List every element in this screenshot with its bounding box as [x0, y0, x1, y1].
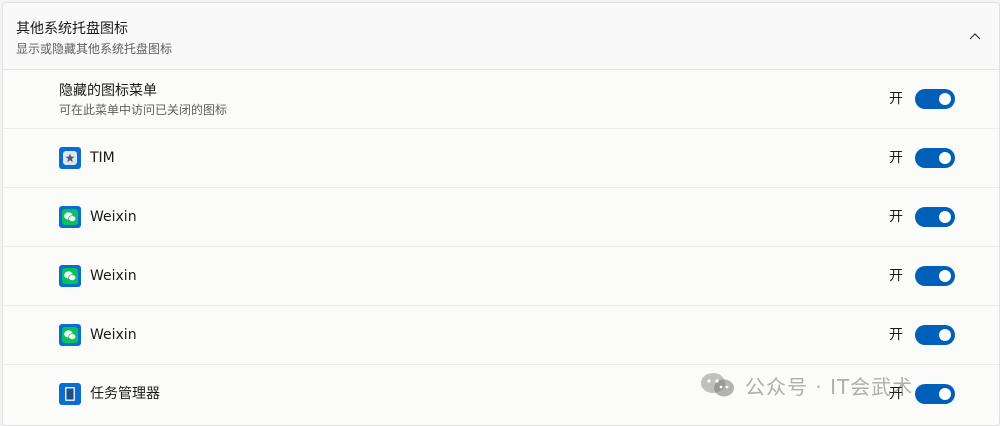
toggle-state-label: 开: [889, 327, 903, 343]
app-row-weixin-3: Weixin 开: [3, 306, 999, 365]
app-label: 任务管理器: [90, 386, 160, 402]
weixin-icon: [59, 324, 81, 346]
tim-toggle-group: 开: [889, 148, 955, 168]
weixin-toggle[interactable]: [915, 266, 955, 286]
toggle-knob: [939, 270, 951, 282]
toggle-state-label: 开: [889, 268, 903, 284]
app-row-weixin-1: Weixin 开: [3, 188, 999, 247]
section-subtitle: 显示或隐藏其他系统托盘图标: [16, 42, 173, 56]
app-row-tim: TIM 开: [3, 129, 999, 188]
app-row-task-manager: 任务管理器 开: [3, 365, 999, 424]
app-row-weixin-2: Weixin 开: [3, 247, 999, 306]
weixin-icon: [59, 206, 81, 228]
chevron-up-icon: [969, 33, 981, 40]
hidden-menu-subtitle: 可在此菜单中访问已关闭的图标: [59, 103, 228, 117]
toggle-state-label: 开: [889, 386, 903, 402]
toggle-knob: [939, 152, 951, 164]
hidden-menu-title: 隐藏的图标菜单: [59, 83, 157, 99]
task-manager-toggle[interactable]: [915, 384, 955, 404]
tim-toggle[interactable]: [915, 148, 955, 168]
app-label: Weixin: [90, 327, 137, 343]
toggle-knob: [939, 93, 951, 105]
section-title: 其他系统托盘图标: [16, 21, 128, 37]
weixin-toggle[interactable]: [915, 207, 955, 227]
section-header[interactable]: 其他系统托盘图标 显示或隐藏其他系统托盘图标: [3, 3, 999, 70]
toggle-state-label: 开: [889, 209, 903, 225]
task-manager-toggle-group: 开: [889, 384, 955, 404]
app-label: TIM: [90, 150, 115, 166]
toggle-state-label: 开: [889, 91, 903, 107]
app-label: Weixin: [90, 209, 137, 225]
toggle-state-label: 开: [889, 150, 903, 166]
hidden-icon-menu-row: 隐藏的图标菜单 可在此菜单中访问已关闭的图标 开: [3, 70, 999, 129]
hidden-menu-toggle[interactable]: [915, 89, 955, 109]
task-manager-icon: [59, 383, 81, 405]
toggle-knob: [939, 329, 951, 341]
toggle-knob: [939, 388, 951, 400]
tray-icons-panel: 其他系统托盘图标 显示或隐藏其他系统托盘图标 隐藏的图标菜单 可在此菜单中访问已…: [2, 2, 1000, 426]
collapse-button[interactable]: [963, 24, 987, 48]
app-label: Weixin: [90, 268, 137, 284]
weixin-toggle-group: 开: [889, 325, 955, 345]
tim-icon: [59, 147, 81, 169]
weixin-toggle-group: 开: [889, 207, 955, 227]
hidden-menu-toggle-group: 开: [889, 89, 955, 109]
weixin-toggle-group: 开: [889, 266, 955, 286]
weixin-toggle[interactable]: [915, 325, 955, 345]
toggle-knob: [939, 211, 951, 223]
weixin-icon: [59, 265, 81, 287]
